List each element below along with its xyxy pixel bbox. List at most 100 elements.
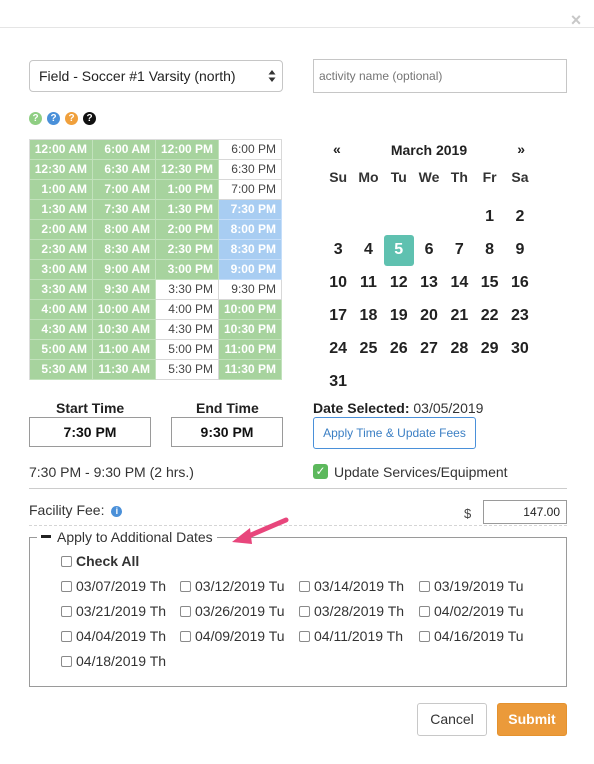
calendar-day[interactable]: 10: [323, 267, 353, 300]
calendar-day[interactable]: 9: [505, 234, 535, 267]
time-slot[interactable]: 3:30 AM: [30, 280, 93, 300]
calendar-day[interactable]: 1: [474, 201, 504, 234]
calendar-day[interactable]: 19: [384, 300, 414, 333]
additional-date-checkbox[interactable]: 04/11/2019 Th: [299, 628, 403, 644]
calendar-next-button[interactable]: »: [517, 141, 525, 157]
calendar-day[interactable]: 25: [353, 333, 383, 366]
time-slot[interactable]: 10:00 PM: [219, 300, 282, 320]
time-slot[interactable]: 1:00 PM: [156, 180, 219, 200]
calendar-day[interactable]: 27: [414, 333, 444, 366]
facility-fee-input[interactable]: 147.00: [483, 500, 567, 524]
check-all-checkbox[interactable]: Check All: [61, 553, 139, 569]
time-slot[interactable]: 11:30 PM: [219, 360, 282, 380]
additional-date-checkbox[interactable]: 04/04/2019 Th: [61, 628, 166, 644]
calendar-day[interactable]: 14: [444, 267, 474, 300]
additional-date-checkbox[interactable]: 03/19/2019 Tu: [419, 578, 524, 594]
time-slot[interactable]: 2:00 AM: [30, 220, 93, 240]
time-slot[interactable]: 11:00 PM: [219, 340, 282, 360]
calendar-day[interactable]: 6: [414, 234, 444, 267]
calendar-day[interactable]: 31: [323, 366, 353, 399]
activity-name-input[interactable]: [313, 59, 567, 93]
calendar-day[interactable]: 20: [414, 300, 444, 333]
time-slot[interactable]: 3:00 AM: [30, 260, 93, 280]
calendar-day-selected[interactable]: 5: [383, 235, 414, 266]
time-slot[interactable]: 12:30 AM: [30, 160, 93, 180]
calendar-day[interactable]: 17: [323, 300, 353, 333]
additional-date-checkbox[interactable]: 04/16/2019 Tu: [419, 628, 524, 644]
additional-date-checkbox[interactable]: 03/12/2019 Tu: [180, 578, 285, 594]
calendar-day[interactable]: 21: [444, 300, 474, 333]
time-slot[interactable]: 11:00 AM: [93, 340, 156, 360]
calendar-day[interactable]: 13: [414, 267, 444, 300]
calendar-day[interactable]: 26: [384, 333, 414, 366]
submit-button[interactable]: Submit: [497, 703, 567, 736]
help-icon-blue[interactable]: ?: [47, 112, 60, 125]
calendar-day[interactable]: 29: [474, 333, 504, 366]
time-slot[interactable]: 1:30 AM: [30, 200, 93, 220]
time-slot[interactable]: 7:00 AM: [93, 180, 156, 200]
time-slot[interactable]: 12:30 PM: [156, 160, 219, 180]
time-slot[interactable]: 7:00 PM: [219, 180, 282, 200]
time-slot[interactable]: 1:30 PM: [156, 200, 219, 220]
additional-date-checkbox[interactable]: 03/21/2019 Th: [61, 603, 166, 619]
additional-date-checkbox[interactable]: 04/18/2019 Th: [61, 653, 166, 669]
time-slot[interactable]: 4:30 AM: [30, 320, 93, 340]
time-slot[interactable]: 4:00 PM: [156, 300, 219, 320]
calendar-day[interactable]: 22: [474, 300, 504, 333]
time-slot[interactable]: 2:30 AM: [30, 240, 93, 260]
help-icon-green[interactable]: ?: [29, 112, 42, 125]
start-time-field[interactable]: 7:30 PM: [29, 417, 151, 447]
additional-date-checkbox[interactable]: 04/09/2019 Tu: [180, 628, 285, 644]
calendar-day[interactable]: 2: [505, 201, 535, 234]
time-slot[interactable]: 7:30 AM: [93, 200, 156, 220]
additional-date-checkbox[interactable]: 03/28/2019 Th: [299, 603, 404, 619]
calendar-day[interactable]: 3: [323, 234, 353, 267]
calendar-day[interactable]: 23: [505, 300, 535, 333]
calendar-day[interactable]: 11: [353, 267, 383, 300]
additional-dates-toggle[interactable]: Apply to Additional Dates: [37, 528, 217, 546]
time-slot[interactable]: 8:00 PM: [219, 220, 282, 240]
time-slot[interactable]: 6:00 PM: [219, 140, 282, 160]
time-slot[interactable]: 6:30 AM: [93, 160, 156, 180]
calendar-day[interactable]: 4: [353, 234, 383, 267]
additional-date-checkbox[interactable]: 03/07/2019 Th: [61, 578, 166, 594]
time-slot[interactable]: 4:00 AM: [30, 300, 93, 320]
apply-time-button[interactable]: Apply Time & Update Fees: [313, 417, 476, 449]
time-slot[interactable]: 5:30 PM: [156, 360, 219, 380]
calendar-day[interactable]: 7: [444, 234, 474, 267]
time-slot[interactable]: 6:30 PM: [219, 160, 282, 180]
calendar-day[interactable]: 24: [323, 333, 353, 366]
additional-date-checkbox[interactable]: 04/02/2019 Tu: [419, 603, 524, 619]
calendar-day[interactable]: 18: [353, 300, 383, 333]
additional-date-checkbox[interactable]: 03/26/2019 Tu: [180, 603, 285, 619]
time-slot[interactable]: 8:30 PM: [219, 240, 282, 260]
time-slot[interactable]: 9:30 PM: [219, 280, 282, 300]
end-time-field[interactable]: 9:30 PM: [171, 417, 283, 447]
time-slot[interactable]: 9:00 AM: [93, 260, 156, 280]
time-slot[interactable]: 3:00 PM: [156, 260, 219, 280]
info-icon[interactable]: i: [111, 506, 123, 517]
time-slot[interactable]: 5:30 AM: [30, 360, 93, 380]
time-slot[interactable]: 6:00 AM: [93, 140, 156, 160]
facility-select[interactable]: Field - Soccer #1 Varsity (north): [29, 60, 283, 92]
time-slot[interactable]: 5:00 AM: [30, 340, 93, 360]
time-slot[interactable]: 2:30 PM: [156, 240, 219, 260]
time-slot[interactable]: 2:00 PM: [156, 220, 219, 240]
help-icon-black[interactable]: ?: [83, 112, 96, 125]
time-slot[interactable]: 12:00 PM: [156, 140, 219, 160]
additional-date-checkbox[interactable]: 03/14/2019 Th: [299, 578, 404, 594]
time-slot[interactable]: 11:30 AM: [93, 360, 156, 380]
time-slot[interactable]: 8:00 AM: [93, 220, 156, 240]
time-slot[interactable]: 1:00 AM: [30, 180, 93, 200]
calendar-day[interactable]: 30: [505, 333, 535, 366]
time-slot[interactable]: 12:00 AM: [30, 140, 93, 160]
time-slot[interactable]: 10:30 PM: [219, 320, 282, 340]
time-slot[interactable]: 8:30 AM: [93, 240, 156, 260]
update-services-checkbox[interactable]: ✓: [313, 464, 328, 479]
time-slot[interactable]: 5:00 PM: [156, 340, 219, 360]
cancel-button[interactable]: Cancel: [417, 703, 487, 736]
calendar-day[interactable]: 8: [474, 234, 504, 267]
time-slot[interactable]: 9:00 PM: [219, 260, 282, 280]
calendar-day[interactable]: 28: [444, 333, 474, 366]
calendar-day[interactable]: 12: [384, 267, 414, 300]
